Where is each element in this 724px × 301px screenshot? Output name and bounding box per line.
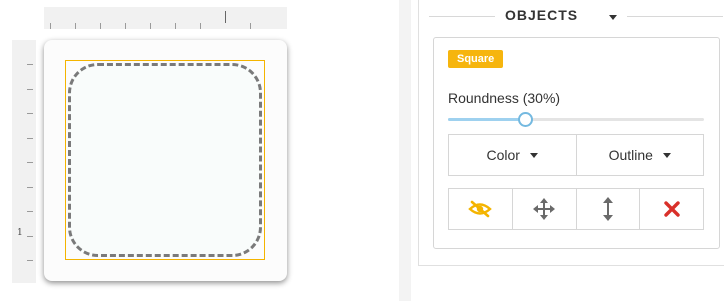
objects-title[interactable]: OBJECTS — [505, 7, 578, 23]
color-button[interactable]: Color — [449, 135, 576, 175]
outline-button-label: Outline — [608, 147, 653, 163]
objects-section-header[interactable]: OBJECTS — [419, 4, 724, 28]
ruler-tick — [27, 162, 33, 163]
ruler-tick — [27, 137, 33, 139]
object-type-badge: Square — [448, 50, 504, 68]
ruler-tick — [100, 23, 101, 29]
ruler-tick — [27, 113, 33, 114]
panel-divider — [399, 0, 411, 301]
properties-panel: OBJECTS Square Roundness (30%) Color Out… — [418, 0, 724, 266]
chevron-down-icon — [529, 152, 538, 158]
horizontal-ruler — [44, 7, 287, 29]
ruler-tick — [250, 23, 251, 29]
style-button-group: Color Outline — [448, 134, 704, 176]
ruler-tick — [200, 23, 201, 29]
ruler-tick — [27, 211, 33, 212]
ruler-tick — [27, 235, 33, 237]
ruler-tick — [27, 88, 33, 90]
ruler-tick — [27, 64, 33, 65]
chevron-down-icon — [662, 152, 671, 158]
artboard[interactable] — [44, 40, 287, 281]
toggle-visibility-button[interactable] — [449, 189, 512, 229]
roundness-label: Roundness (30%) — [448, 90, 561, 106]
delete-icon — [663, 201, 680, 217]
ruler-tick — [75, 23, 76, 29]
ruler-tick — [27, 186, 33, 188]
outline-button[interactable]: Outline — [575, 135, 704, 175]
ruler-tick — [175, 23, 176, 29]
rounded-square-shape[interactable] — [68, 63, 262, 257]
ruler-tick — [27, 260, 33, 261]
chevron-down-icon[interactable] — [609, 15, 617, 20]
move-button[interactable] — [511, 189, 576, 229]
ruler-label: 1 — [17, 228, 23, 238]
roundness-slider[interactable] — [448, 112, 704, 127]
ruler-tick — [125, 23, 126, 29]
roundness-slider-handle[interactable] — [517, 112, 533, 127]
header-divider-right — [627, 16, 723, 17]
resize-vertical-icon — [602, 197, 613, 221]
ruler-tick — [225, 11, 226, 23]
resize-vertical-button[interactable] — [575, 189, 640, 229]
color-button-label: Color — [486, 147, 520, 163]
roundness-slider-fill — [448, 118, 525, 121]
delete-button[interactable] — [639, 189, 703, 229]
vertical-ruler: 1 — [12, 40, 36, 283]
selection-box[interactable] — [65, 60, 265, 260]
ruler-tick — [150, 23, 151, 29]
visibility-hidden-icon — [468, 200, 493, 218]
object-card: Square Roundness (30%) Color Outline — [433, 37, 720, 249]
header-divider-left — [429, 16, 495, 17]
ruler-tick — [50, 23, 51, 29]
move-icon — [533, 198, 556, 220]
object-actions-toolbar — [448, 188, 704, 230]
